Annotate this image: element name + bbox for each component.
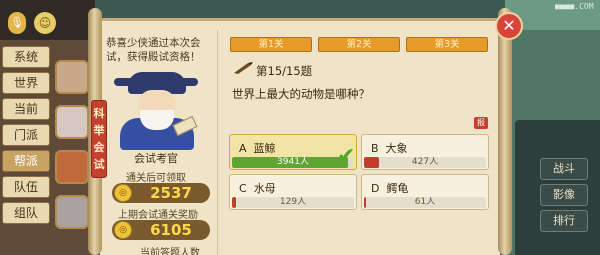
round-tab-2[interactable]: 第2关 [318, 37, 400, 52]
exam-notice: 恭喜少侠通过本次会试，获得殿试资格！ [106, 37, 201, 63]
answer-option-d[interactable]: D 鳄龟 61人 [361, 174, 489, 210]
vote-count: 129人 [279, 197, 307, 207]
option-label: 水母 [253, 182, 276, 195]
avatar[interactable] [55, 150, 89, 184]
last-reward-display: ◎ 6105 [112, 220, 210, 240]
chat-channel-tabs: 系统 世界 当前 门派 帮派 队伍 组队 [2, 46, 50, 228]
replay-button[interactable]: 影像 [540, 184, 588, 206]
option-label: 蓝鲸 [253, 142, 276, 155]
vote-count: 427人 [411, 157, 439, 167]
vote-bar: 61人 [364, 197, 486, 208]
vote-bar: 129人 [232, 197, 354, 208]
last-reward-value: 6105 [150, 221, 192, 239]
correct-check-icon: ✔ [337, 144, 356, 169]
answer-option-c[interactable]: C 水母 129人 [229, 174, 357, 210]
avatar[interactable] [55, 105, 89, 139]
tab-world[interactable]: 世界 [2, 72, 50, 94]
reward-value: 2537 [150, 184, 192, 202]
tab-guild[interactable]: 帮派 [2, 150, 50, 172]
examiner-portrait [114, 72, 198, 150]
question-number: 第15/15题 [256, 64, 313, 78]
tab-group[interactable]: 组队 [2, 202, 50, 224]
vote-bar: 427人 [364, 157, 486, 168]
option-label: 大象 [385, 142, 408, 155]
coin-icon: ◎ [114, 221, 132, 239]
coin-icon: ◎ [114, 184, 132, 202]
brush-icon [234, 62, 253, 74]
vote-count: 61人 [414, 197, 436, 207]
close-button[interactable]: ✕ [495, 12, 523, 40]
question-text: 世界上最大的动物是哪种？ [232, 87, 370, 101]
avatar[interactable] [55, 60, 89, 94]
report-icon[interactable]: 报 [474, 117, 488, 129]
ranking-button[interactable]: 排行 [540, 210, 588, 232]
scroll-rod-right [498, 8, 512, 255]
last-reward-label: 上期会试通关奖励 [118, 210, 198, 221]
round-tab-3[interactable]: 第3关 [406, 37, 488, 52]
answer-option-b[interactable]: B 大象 427人 [361, 134, 489, 170]
vote-bar: 3941人 [232, 157, 354, 168]
battle-button[interactable]: 战斗 [540, 158, 588, 180]
vote-count: 3941人 [277, 157, 309, 167]
exam-title-ribbon: 科举会试 [91, 100, 107, 178]
watermark-logo: ■■■■.COM [555, 2, 594, 11]
tab-sect[interactable]: 门派 [2, 124, 50, 146]
reward-label: 通关后可领取 [126, 173, 186, 184]
reward-display: ◎ 2537 [112, 183, 210, 203]
ribbon-title: 科举会试 [93, 107, 105, 171]
emoji-icon[interactable]: ☺ [34, 12, 56, 34]
tab-team[interactable]: 队伍 [2, 176, 50, 198]
option-label: 鳄龟 [386, 182, 409, 195]
mic-icon[interactable]: 🎙 [8, 12, 26, 34]
examiner-name: 会试考官 [134, 152, 178, 165]
round-tab-1[interactable]: 第1关 [230, 37, 312, 52]
tab-current[interactable]: 当前 [2, 98, 50, 120]
tab-system[interactable]: 系统 [2, 46, 50, 68]
chat-avatar-list [55, 60, 91, 240]
participant-count-label: 当前答题人数 [140, 248, 200, 255]
avatar[interactable] [55, 195, 89, 229]
